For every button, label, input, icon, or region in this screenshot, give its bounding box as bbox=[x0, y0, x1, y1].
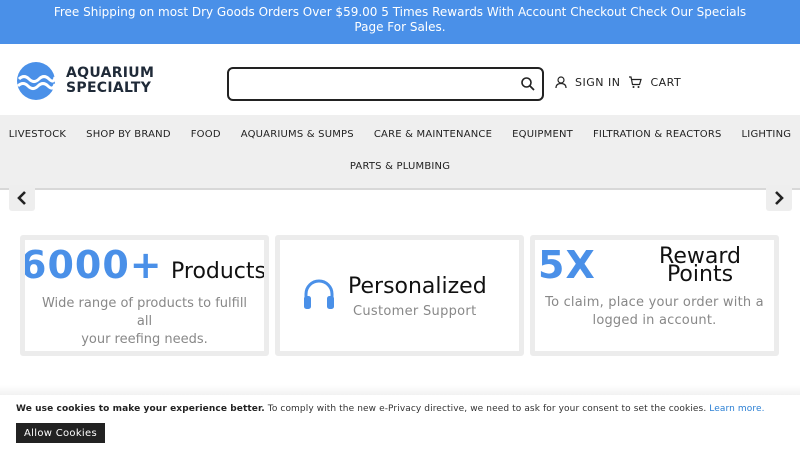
promo-text: Free Shipping on most Dry Goods Orders O… bbox=[53, 5, 747, 34]
cart-label: CART bbox=[650, 76, 682, 89]
rewards-desc-line-1: To claim, place your order with a bbox=[545, 295, 764, 310]
cookie-banner: We use cookies to make your experience b… bbox=[0, 395, 800, 450]
products-heading: Products bbox=[171, 259, 266, 284]
products-desc-line-3: your reefing needs. bbox=[81, 332, 208, 347]
nav-item-aquariums-sumps[interactable]: AQUARIUMS & SUMPS bbox=[231, 129, 364, 140]
cart-icon bbox=[629, 76, 643, 88]
products-description: Wide range of products to fulfill all yo… bbox=[25, 295, 264, 349]
site-logo[interactable]: AQUARIUM SPECIALTY bbox=[16, 60, 166, 102]
cart-link[interactable]: CART bbox=[628, 76, 681, 89]
user-icon bbox=[555, 76, 567, 89]
logo-line-2: SPECIALTY bbox=[66, 80, 152, 96]
rewards-desc-line-2: logged in account. bbox=[592, 313, 717, 328]
chevron-right-icon bbox=[775, 191, 784, 205]
support-heading: Personalized bbox=[348, 274, 487, 299]
feature-card-rewards: 5X Reward Points To claim, place your or… bbox=[530, 235, 779, 356]
cookie-learn-more-link[interactable]: Learn more. bbox=[709, 404, 764, 414]
nav-item-livestock[interactable]: LIVESTOCK bbox=[0, 129, 76, 140]
nav-item-parts-plumbing[interactable]: PARTS & PLUMBING bbox=[340, 161, 460, 172]
page: Free Shipping on most Dry Goods Orders O… bbox=[0, 0, 800, 450]
nav-item-filtration-reactors[interactable]: FILTRATION & REACTORS bbox=[583, 129, 732, 140]
cookie-message: We use cookies to make your experience b… bbox=[16, 404, 765, 414]
nav-row-1: LIVESTOCK SHOP BY BRAND FOOD AQUARIUMS &… bbox=[0, 129, 800, 140]
nav-item-food[interactable]: FOOD bbox=[181, 129, 231, 140]
products-desc-line-2: all bbox=[136, 314, 153, 329]
cookie-message-bold: We use cookies to make your experience b… bbox=[16, 404, 265, 414]
account-links: SIGN IN CART bbox=[555, 76, 681, 89]
site-header: AQUARIUM SPECIALTY SIGN IN CART bbox=[0, 44, 800, 115]
nav-item-shop-by-brand[interactable]: SHOP BY BRAND bbox=[76, 129, 181, 140]
chevron-left-icon bbox=[17, 191, 26, 205]
support-subheading: Customer Support bbox=[353, 304, 477, 319]
rewards-heading-line-2: Points bbox=[666, 262, 734, 287]
cookie-message-body: To comply with the new e-Privacy directi… bbox=[264, 404, 710, 414]
search-input[interactable] bbox=[237, 73, 517, 95]
products-desc-line-1: Wide range of products to fulfill bbox=[41, 296, 248, 311]
logo-line-1: AQUARIUM bbox=[66, 65, 155, 81]
rewards-multiplier: 5X bbox=[538, 243, 596, 287]
section-divider bbox=[0, 385, 800, 395]
sign-in-link[interactable]: SIGN IN bbox=[555, 76, 620, 89]
sign-in-label: SIGN IN bbox=[575, 76, 621, 89]
carousel-prev-button[interactable] bbox=[9, 185, 35, 211]
nav-item-equipment[interactable]: EQUIPMENT bbox=[502, 129, 583, 140]
nav-row-2: PARTS & PLUMBING bbox=[0, 161, 800, 172]
main-nav: LIVESTOCK SHOP BY BRAND FOOD AQUARIUMS &… bbox=[0, 115, 800, 190]
promo-banner: Free Shipping on most Dry Goods Orders O… bbox=[0, 0, 800, 44]
wave-logo-icon bbox=[16, 62, 56, 100]
products-count: 6000+ bbox=[20, 243, 163, 287]
rewards-heading: Reward Points bbox=[635, 246, 765, 287]
nav-item-lighting[interactable]: LIGHTING bbox=[732, 129, 800, 140]
search-box bbox=[227, 67, 544, 101]
headphones-icon bbox=[304, 279, 334, 309]
feature-card-products: 6000+ Products Wide range of products to… bbox=[20, 235, 269, 356]
logo-wordmark: AQUARIUM SPECIALTY bbox=[66, 66, 154, 96]
nav-item-care-maintenance[interactable]: CARE & MAINTENANCE bbox=[364, 129, 502, 140]
rewards-description: To claim, place your order with a logged… bbox=[535, 294, 774, 330]
search-icon[interactable] bbox=[520, 76, 536, 92]
allow-cookies-button[interactable]: Allow Cookies bbox=[16, 423, 105, 443]
carousel-next-button[interactable] bbox=[766, 185, 792, 211]
feature-card-support: Personalized Customer Support bbox=[275, 235, 524, 356]
